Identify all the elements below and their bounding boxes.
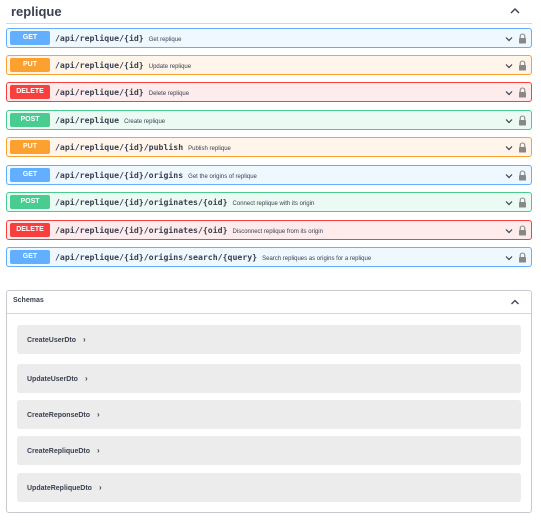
operation-post-replique[interactable]: POST /api/replique Create replique [6, 110, 532, 130]
operation-path: /api/replique/{id} Update replique [55, 60, 192, 70]
operation-summary: Create replique [124, 119, 166, 125]
schemas-divider [7, 313, 531, 314]
schema-model-createreponsedto[interactable]: CreateReponseDto › [17, 400, 521, 429]
chevron-up-icon[interactable] [508, 4, 522, 18]
chevron-right-icon[interactable]: › [97, 410, 100, 419]
chevron-right-icon[interactable]: › [83, 335, 86, 344]
chevron-down-icon[interactable] [504, 116, 514, 126]
operation-path: /api/replique/{id}/originates/{oid} Conne… [55, 197, 315, 207]
chevron-down-icon[interactable] [504, 253, 514, 263]
lock-icon[interactable] [518, 252, 527, 263]
model-name: CreateUserDto › [27, 335, 86, 344]
lock-icon[interactable] [518, 33, 527, 44]
operation-get-replique[interactable]: GET /api/replique/{id} Get replique [6, 28, 532, 48]
tag-title: replique [11, 4, 62, 19]
method-badge: PUT [10, 58, 50, 72]
operation-path: /api/replique/{id} Get replique [55, 33, 182, 43]
chevron-down-icon[interactable] [504, 88, 514, 98]
chevron-right-icon[interactable]: › [97, 446, 100, 455]
tag-header-replique[interactable]: replique [6, 0, 532, 24]
operation-path: /api/replique Create replique [55, 115, 166, 125]
operation-path: /api/replique/{id}/origins Get the origin… [55, 170, 257, 180]
operation-delete-replique[interactable]: DELETE /api/replique/{id} Delete replique [6, 82, 532, 102]
operation-summary: Update replique [148, 64, 192, 70]
chevron-down-icon[interactable] [504, 61, 514, 71]
lock-icon[interactable] [518, 115, 527, 126]
operation-path: /api/replique/{id}/originates/{oid} Disco… [55, 225, 323, 235]
method-badge: POST [10, 113, 50, 127]
operation-put-publish[interactable]: PUT /api/replique/{id}/publish Publish re… [6, 137, 532, 157]
schemas-section: Schemas CreateUserDto › UpdateUserDto › Cr… [6, 290, 532, 513]
lock-icon[interactable] [518, 197, 527, 208]
operation-path: /api/replique/{id} Delete replique [55, 87, 190, 97]
schemas-title[interactable]: Schemas [13, 297, 44, 304]
chevron-down-icon[interactable] [504, 226, 514, 236]
model-name: UpdateRepliqueDto › [27, 483, 102, 492]
schema-model-updateuserdto[interactable]: UpdateUserDto › [17, 364, 521, 393]
operation-summary: Search repliques as origins for a repliq… [262, 256, 372, 262]
method-badge: DELETE [10, 85, 50, 99]
chevron-down-icon[interactable] [504, 198, 514, 208]
lock-icon[interactable] [518, 60, 527, 71]
operation-path: /api/replique/{id}/origins/search/{query… [55, 252, 372, 262]
chevron-right-icon[interactable]: › [85, 374, 88, 383]
operation-get-origins[interactable]: GET /api/replique/{id}/origins Get the or… [6, 165, 532, 185]
chevron-down-icon[interactable] [504, 143, 514, 153]
operation-summary: Delete replique [148, 91, 190, 97]
lock-icon[interactable] [518, 142, 527, 153]
model-name: UpdateUserDto › [27, 374, 88, 383]
method-badge: PUT [10, 140, 50, 154]
method-badge: POST [10, 195, 50, 209]
operation-summary: Connect replique with its origin [232, 201, 315, 207]
method-badge: GET [10, 250, 50, 264]
chevron-up-icon[interactable] [509, 296, 521, 308]
chevron-down-icon[interactable] [504, 171, 514, 181]
operation-summary: Disconnect replique from its origin [232, 229, 323, 235]
chevron-down-icon[interactable] [504, 34, 514, 44]
operation-summary: Publish replique [188, 146, 231, 152]
lock-icon[interactable] [518, 170, 527, 181]
schema-model-createuserdto[interactable]: CreateUserDto › [17, 325, 521, 354]
operation-delete-originates[interactable]: DELETE /api/replique/{id}/originates/{oi… [6, 220, 532, 240]
operation-summary: Get replique [148, 37, 182, 43]
method-badge: GET [10, 168, 50, 182]
model-name: CreateRepliqueDto › [27, 446, 100, 455]
model-name: CreateReponseDto › [27, 410, 100, 419]
schema-model-updaterepliquedto[interactable]: UpdateRepliqueDto › [17, 473, 521, 502]
method-badge: DELETE [10, 223, 50, 237]
lock-icon[interactable] [518, 87, 527, 98]
lock-icon[interactable] [518, 225, 527, 236]
operation-put-replique[interactable]: PUT /api/replique/{id} Update replique [6, 55, 532, 75]
operation-get-origins-search[interactable]: GET /api/replique/{id}/origins/search/{q… [6, 247, 532, 267]
chevron-right-icon[interactable]: › [99, 483, 102, 492]
operation-post-originates[interactable]: POST /api/replique/{id}/originates/{oid}… [6, 192, 532, 212]
operation-path: /api/replique/{id}/publish Publish repliq… [55, 142, 231, 152]
schema-model-createrepliquedto[interactable]: CreateRepliqueDto › [17, 436, 521, 465]
method-badge: GET [10, 31, 50, 45]
operation-summary: Get the origins of replique [188, 174, 257, 180]
